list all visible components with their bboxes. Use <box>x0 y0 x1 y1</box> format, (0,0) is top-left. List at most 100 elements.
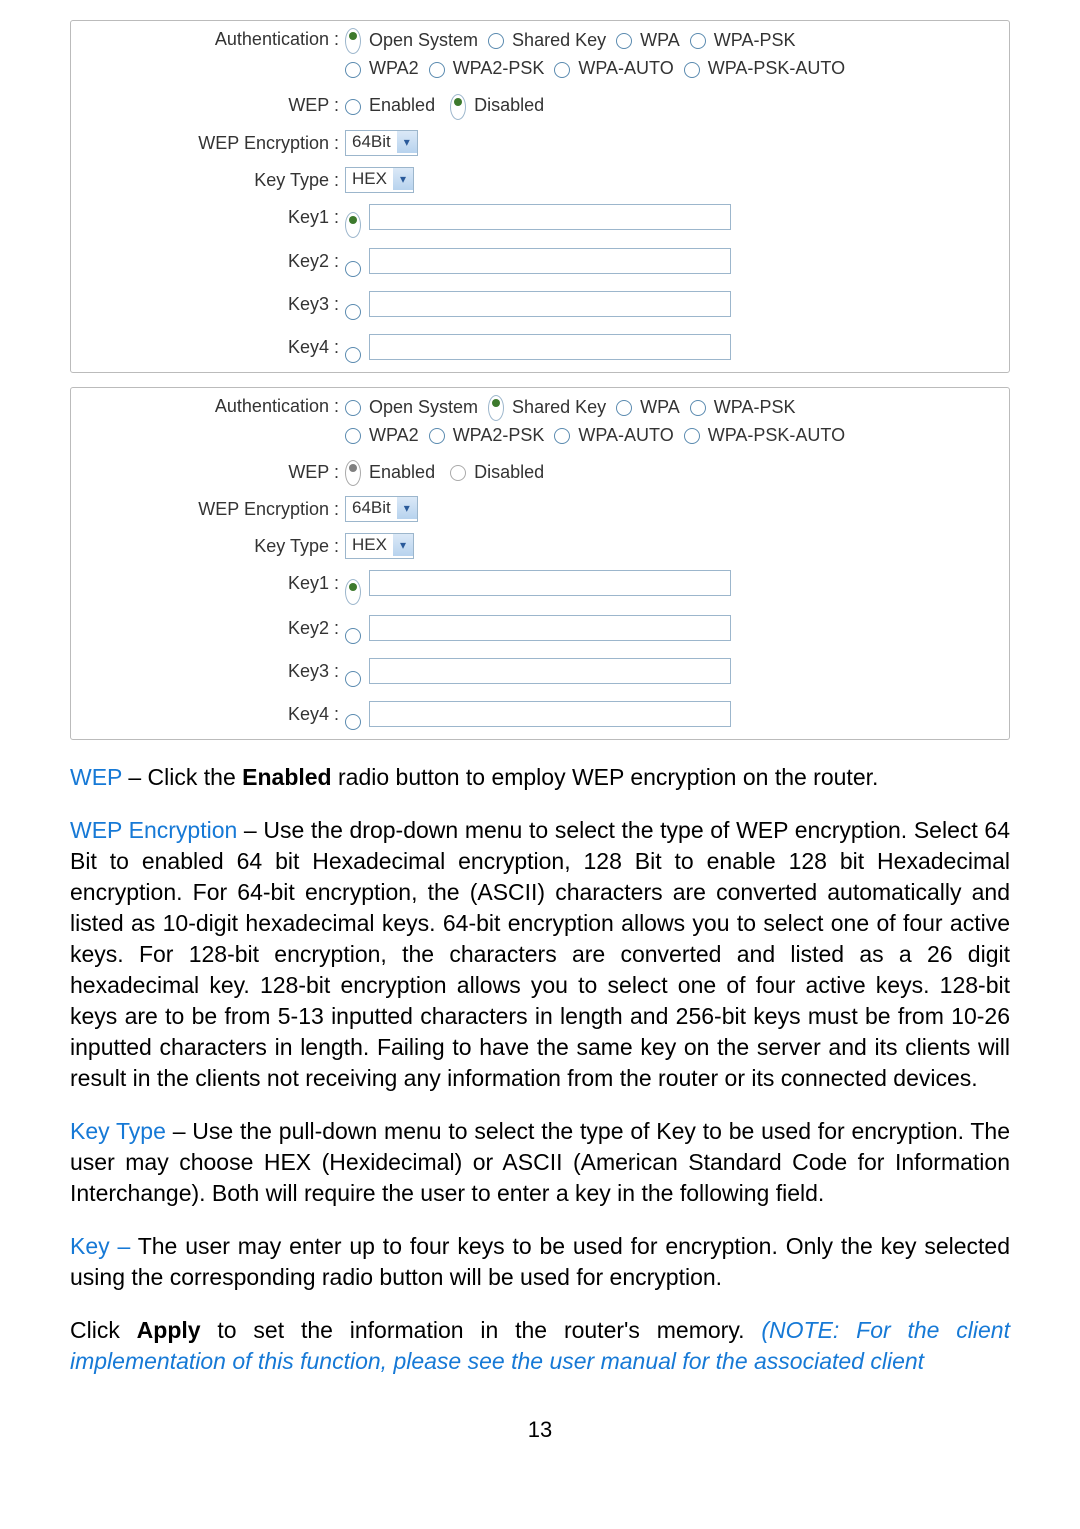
key3-radio[interactable] <box>345 304 361 320</box>
key2-label: Key2 : <box>79 615 345 641</box>
key4-label: Key4 : <box>79 334 345 360</box>
auth-label-wpa-auto: WPA-AUTO <box>573 425 673 445</box>
key2-input[interactable] <box>369 248 731 274</box>
term-key-type: Key Type <box>70 1118 166 1144</box>
wep-encryption-value: 64Bit <box>346 131 397 153</box>
auth-radio-wpa2-psk[interactable] <box>429 62 445 78</box>
paragraph-key-type: Key Type – Use the pull-down menu to sel… <box>70 1116 1010 1209</box>
auth-radio-shared-key[interactable] <box>488 395 504 421</box>
keytype-label: Key Type : <box>79 167 345 193</box>
term-wep-encryption: WEP Encryption <box>70 817 237 843</box>
key2-label: Key2 : <box>79 248 345 274</box>
auth-label-wpa2: WPA2 <box>364 425 419 445</box>
paragraph-wep-encryption: WEP Encryption – Use the drop-down menu … <box>70 815 1010 1094</box>
chevron-down-icon: ▾ <box>397 131 417 153</box>
auth-radio-wpa2[interactable] <box>345 62 361 78</box>
auth-radio-wpa-auto[interactable] <box>554 428 570 444</box>
wep-disabled-label: Disabled <box>474 95 544 115</box>
wep-enabled-label: Enabled <box>369 95 435 115</box>
auth-panel-2: Authentication : Open System Shared Key … <box>70 387 1010 740</box>
paragraph-key: Key – The user may enter up to four keys… <box>70 1231 1010 1293</box>
key1-label: Key1 : <box>79 204 345 230</box>
auth-radio-wpa-psk[interactable] <box>690 33 706 49</box>
auth-radio-wpa-auto[interactable] <box>554 62 570 78</box>
keytype-label: Key Type : <box>79 533 345 559</box>
auth-radio-wpa-psk-auto[interactable] <box>684 428 700 444</box>
auth-label-wpa-auto: WPA-AUTO <box>573 58 673 78</box>
auth-radio-open-system[interactable] <box>345 28 361 54</box>
key-type-value: HEX <box>346 534 393 556</box>
paragraph-apply: Click Apply to set the information in th… <box>70 1315 1010 1377</box>
wep-label: WEP : <box>79 459 345 485</box>
key4-label: Key4 : <box>79 701 345 727</box>
auth-label-shared-key: Shared Key <box>507 30 606 50</box>
auth-label-wpa2: WPA2 <box>364 58 419 78</box>
auth-label-wpa2-psk: WPA2-PSK <box>448 425 545 445</box>
auth-radio-wpa2[interactable] <box>345 428 361 444</box>
wepenc-label: WEP Encryption : <box>79 496 345 522</box>
chevron-down-icon: ▾ <box>393 534 413 556</box>
auth-label: Authentication : <box>79 393 345 419</box>
key3-input[interactable] <box>369 291 731 317</box>
wep-options-1: Enabled Disabled <box>345 92 1001 119</box>
key1-input[interactable] <box>369 204 731 230</box>
chevron-down-icon: ▾ <box>393 168 413 190</box>
auth-radio-wpa2-psk[interactable] <box>429 428 445 444</box>
key4-radio[interactable] <box>345 347 361 363</box>
wep-encryption-select[interactable]: 64Bit▾ <box>345 496 418 522</box>
wep-disabled-label: Disabled <box>474 462 544 482</box>
auth-options-1: Open System Shared Key WPA WPA-PSK WPA2 … <box>345 26 1001 82</box>
auth-radio-shared-key[interactable] <box>488 33 504 49</box>
auth-panel-1: Authentication : Open System Shared Key … <box>70 20 1010 373</box>
auth-options-2: Open System Shared Key WPA WPA-PSK WPA2 … <box>345 393 1001 449</box>
auth-label-open-system: Open System <box>364 397 478 417</box>
auth-radio-wpa-psk-auto[interactable] <box>684 62 700 78</box>
wep-enabled-radio <box>345 460 361 486</box>
auth-radio-open-system[interactable] <box>345 400 361 416</box>
key2-radio[interactable] <box>345 261 361 277</box>
wep-encryption-select[interactable]: 64Bit▾ <box>345 130 418 156</box>
term-key: Key – <box>70 1233 130 1259</box>
paragraph-wep: WEP – Click the Enabled radio button to … <box>70 762 1010 793</box>
wep-label: WEP : <box>79 92 345 118</box>
wep-options-2: Enabled Disabled <box>345 459 1001 486</box>
key1-radio[interactable] <box>345 579 361 605</box>
auth-radio-wpa[interactable] <box>616 400 632 416</box>
auth-radio-wpa-psk[interactable] <box>690 400 706 416</box>
key3-label: Key3 : <box>79 658 345 684</box>
auth-label-shared-key: Shared Key <box>507 397 606 417</box>
wep-disabled-radio <box>450 465 466 481</box>
key1-radio[interactable] <box>345 212 361 238</box>
key4-input[interactable] <box>369 334 731 360</box>
auth-label-wpa-psk: WPA-PSK <box>709 397 796 417</box>
key2-radio[interactable] <box>345 628 361 644</box>
wep-disabled-radio[interactable] <box>450 94 466 120</box>
auth-radio-wpa[interactable] <box>616 33 632 49</box>
wep-encryption-value: 64Bit <box>346 497 397 519</box>
auth-label-wpa-psk-auto: WPA-PSK-AUTO <box>703 58 845 78</box>
key1-label: Key1 : <box>79 570 345 596</box>
auth-label-wpa-psk: WPA-PSK <box>709 30 796 50</box>
auth-label: Authentication : <box>79 26 345 52</box>
page-number: 13 <box>70 1417 1010 1443</box>
wep-enabled-label: Enabled <box>369 462 435 482</box>
key-type-select[interactable]: HEX▾ <box>345 167 414 193</box>
key-type-value: HEX <box>346 168 393 190</box>
auth-label-wpa2-psk: WPA2-PSK <box>448 58 545 78</box>
chevron-down-icon: ▾ <box>397 497 417 519</box>
wepenc-label: WEP Encryption : <box>79 130 345 156</box>
key3-radio[interactable] <box>345 671 361 687</box>
term-wep: WEP <box>70 764 122 790</box>
key4-input[interactable] <box>369 701 731 727</box>
key1-input[interactable] <box>369 570 731 596</box>
key-type-select[interactable]: HEX▾ <box>345 533 414 559</box>
key3-input[interactable] <box>369 658 731 684</box>
key4-radio[interactable] <box>345 714 361 730</box>
key3-label: Key3 : <box>79 291 345 317</box>
auth-label-wpa: WPA <box>635 30 680 50</box>
auth-label-wpa: WPA <box>635 397 680 417</box>
key2-input[interactable] <box>369 615 731 641</box>
wep-enabled-radio[interactable] <box>345 99 361 115</box>
auth-label-open-system: Open System <box>364 30 478 50</box>
auth-label-wpa-psk-auto: WPA-PSK-AUTO <box>703 425 845 445</box>
